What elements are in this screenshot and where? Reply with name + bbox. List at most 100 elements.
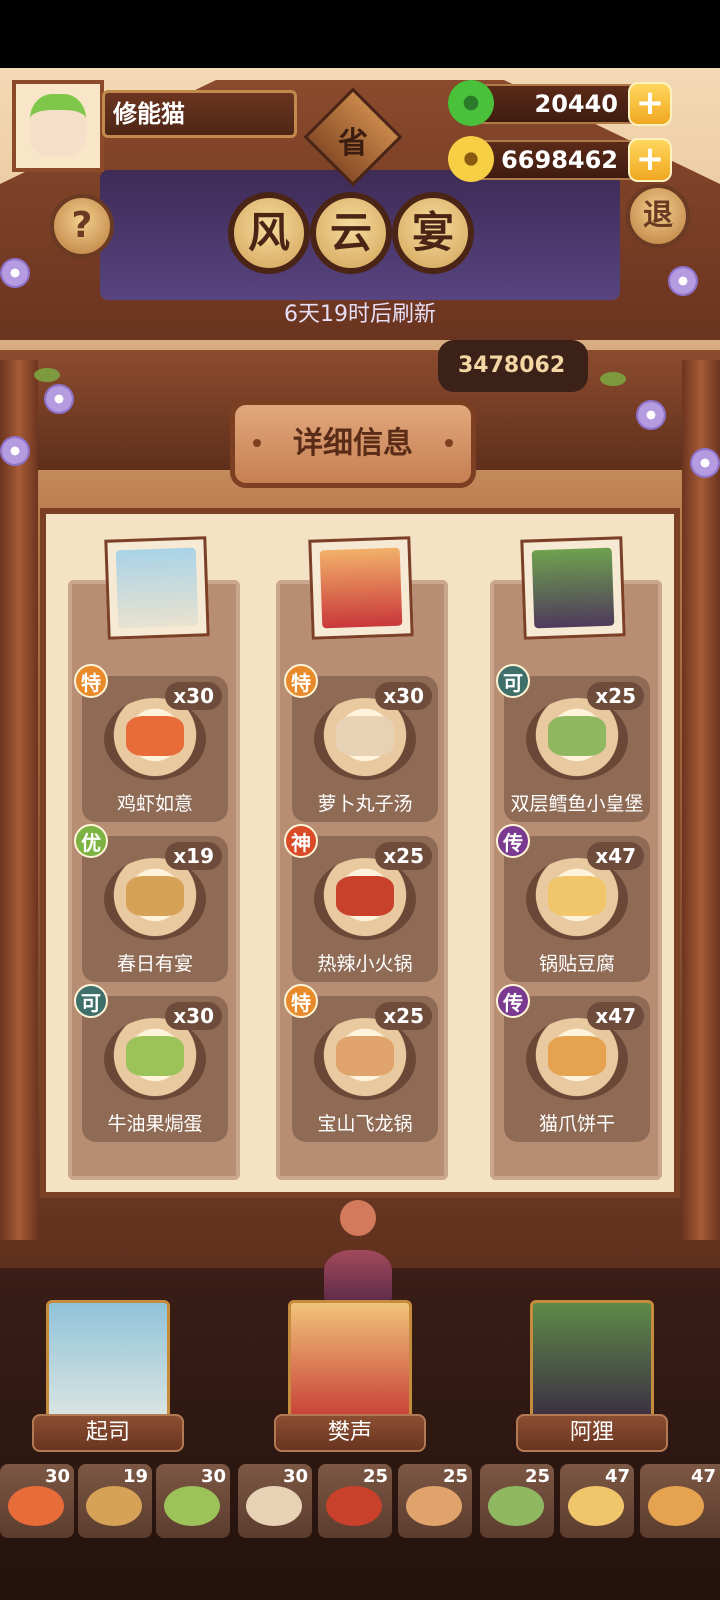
dish-card[interactable]: 特 x25 宝山飞龙锅 <box>284 984 438 1142</box>
character-card[interactable] <box>46 1300 170 1426</box>
dish-card[interactable]: 可 x30 牛油果焗蛋 <box>74 984 228 1142</box>
jade-icon <box>448 80 494 126</box>
flower-icon <box>636 400 666 430</box>
chef-portrait <box>104 536 210 640</box>
sign-dot <box>445 439 453 447</box>
detail-info-label: 详细信息 <box>293 426 413 461</box>
dish-card[interactable]: 传 x47 锅贴豆腐 <box>496 824 650 982</box>
flower-icon <box>0 436 30 466</box>
title-char: 云 <box>310 192 392 274</box>
strip-count: 47 <box>604 1466 630 1487</box>
dish-count: x47 <box>587 842 644 870</box>
strip-count: 30 <box>282 1466 308 1487</box>
dish-name: 宝山飞龙锅 <box>317 1113 413 1135</box>
strip-dish[interactable]: 25 <box>398 1464 472 1538</box>
dish-image <box>336 716 394 756</box>
knot-icon <box>340 1200 376 1236</box>
right-pillar <box>682 360 720 1240</box>
dish-count: x25 <box>587 682 644 710</box>
leaf-icon <box>34 368 60 382</box>
strip-dish[interactable]: 30 <box>156 1464 230 1538</box>
character-name: 起司 <box>32 1414 184 1452</box>
flower-icon <box>690 448 720 478</box>
rank-badge: 传 <box>496 984 530 1018</box>
add-jade-button[interactable]: + <box>628 82 672 126</box>
rank-badge: 神 <box>284 824 318 858</box>
flower-icon <box>668 266 698 296</box>
dish-name: 热辣小火锅 <box>317 953 413 975</box>
strip-dish[interactable]: 19 <box>78 1464 152 1538</box>
dish-card[interactable]: 特 x30 萝卜丸子汤 <box>284 664 438 822</box>
strip-dish-image <box>86 1486 142 1526</box>
chef-portrait-image <box>531 547 615 629</box>
rank-badge: 特 <box>284 984 318 1018</box>
dish-count: x19 <box>165 842 222 870</box>
dish-count: x30 <box>375 682 432 710</box>
dish-card[interactable]: 可 x25 双层鳕鱼小皇堡 <box>496 664 650 822</box>
detail-info-sign[interactable]: 详细信息 <box>230 400 476 488</box>
strip-count: 25 <box>362 1466 388 1487</box>
strip-dish-image <box>648 1486 704 1526</box>
strip-dish[interactable]: 25 <box>480 1464 554 1538</box>
dish-name: 鸡虾如意 <box>116 793 193 815</box>
chef-portrait <box>308 536 414 640</box>
flower-icon <box>44 384 74 414</box>
strip-dish-image <box>326 1486 382 1526</box>
dish-image <box>126 1036 184 1076</box>
dish-name: 萝卜丸子汤 <box>317 793 413 815</box>
rank-badge: 特 <box>284 664 318 698</box>
coin-icon <box>448 136 494 182</box>
help-icon: ? <box>71 205 93 246</box>
dish-name: 猫爪饼干 <box>538 1113 615 1135</box>
dish-count: x30 <box>165 682 222 710</box>
strip-dish[interactable]: 47 <box>640 1464 720 1538</box>
dish-image <box>548 1036 606 1076</box>
rank-badge: 优 <box>74 824 108 858</box>
strip-dish-image <box>406 1486 462 1526</box>
exit-button[interactable]: 退 <box>626 184 690 248</box>
dish-card[interactable]: 优 x19 春日有宴 <box>74 824 228 982</box>
exit-label: 退 <box>643 198 673 233</box>
chef-portrait-image <box>319 547 403 629</box>
title-char: 风 <box>228 192 310 274</box>
dish-image <box>336 1036 394 1076</box>
rank-badge: 可 <box>496 664 530 698</box>
dish-name: 双层鳕鱼小皇堡 <box>510 793 644 815</box>
dish-image <box>336 876 394 916</box>
dish-image <box>548 716 606 756</box>
strip-dish[interactable]: 30 <box>0 1464 74 1538</box>
character-card[interactable] <box>288 1300 412 1426</box>
strip-dish-image <box>246 1486 302 1526</box>
character-name: 阿狸 <box>516 1414 668 1452</box>
coin-counter: 6698462 + <box>448 136 672 182</box>
coin-amount: 6698462 <box>501 146 618 174</box>
strip-dish[interactable]: 30 <box>238 1464 312 1538</box>
dish-name: 牛油果焗蛋 <box>107 1113 203 1135</box>
chef-portrait-image <box>115 547 199 629</box>
dish-card[interactable]: 神 x25 热辣小火锅 <box>284 824 438 982</box>
strip-dish[interactable]: 47 <box>560 1464 634 1538</box>
character-card[interactable] <box>530 1300 654 1426</box>
sign-dot <box>253 439 261 447</box>
dish-image <box>548 876 606 916</box>
player-name: 修能猫 <box>102 90 297 138</box>
refresh-timer: 6天19时后刷新 <box>284 302 436 327</box>
add-coins-button[interactable]: + <box>628 138 672 182</box>
strip-dish[interactable]: 25 <box>318 1464 392 1538</box>
dish-count: x47 <box>587 1002 644 1030</box>
dish-count: x25 <box>375 842 432 870</box>
help-button[interactable]: ? <box>50 194 114 258</box>
jade-amount: 20440 <box>534 90 619 118</box>
avatar-face <box>30 94 86 156</box>
dish-card[interactable]: 传 x47 猫爪饼干 <box>496 984 650 1142</box>
left-pillar <box>0 360 38 1240</box>
dish-name: 锅贴豆腐 <box>538 953 615 975</box>
strip-count: 47 <box>690 1466 716 1487</box>
strip-dish-image <box>8 1486 64 1526</box>
province-label: 省 <box>338 126 368 161</box>
strip-count: 30 <box>200 1466 226 1487</box>
player-avatar[interactable] <box>12 80 104 172</box>
strip-count: 25 <box>442 1466 468 1487</box>
dish-card[interactable]: 特 x30 鸡虾如意 <box>74 664 228 822</box>
dish-name: 春日有宴 <box>116 953 193 975</box>
